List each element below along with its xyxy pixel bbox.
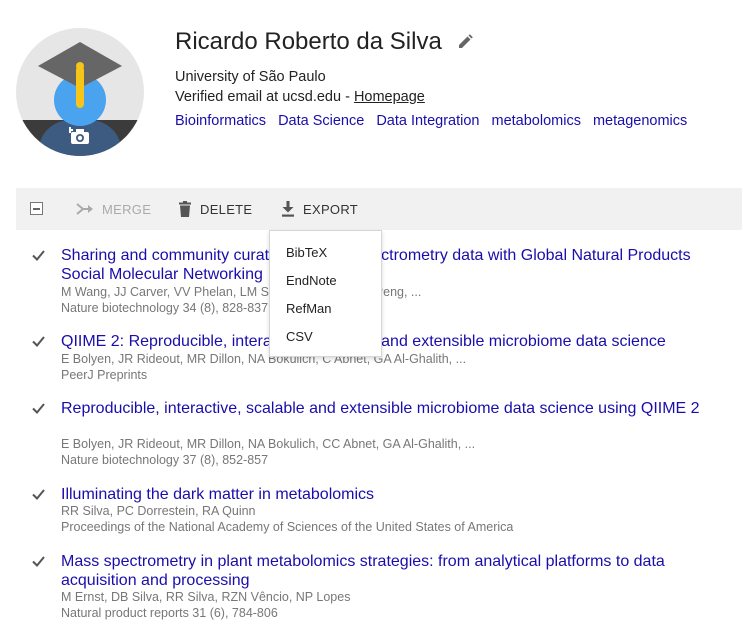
add-photo-icon[interactable] (69, 126, 91, 146)
article-venue: Proceedings of the National Academy of S… (61, 520, 514, 534)
interest-link[interactable]: Data Science (278, 113, 364, 129)
export-button[interactable]: EXPORT (281, 188, 358, 230)
profile-name: Ricardo Roberto da Silva (175, 28, 442, 55)
merge-icon (76, 203, 93, 215)
export-label: EXPORT (303, 201, 359, 217)
profile-avatar[interactable] (16, 28, 144, 156)
interest-link[interactable]: Bioinformatics (175, 113, 266, 129)
export-bibtex[interactable]: BibTeX (286, 245, 327, 260)
article-title[interactable]: Illuminating the dark matter in metabolo… (61, 485, 701, 504)
interest-link[interactable]: metabolomics (492, 113, 581, 129)
export-endnote[interactable]: EndNote (286, 273, 337, 288)
profile-affiliation: University of São Paulo (175, 69, 326, 85)
interest-link[interactable]: metagenomics (593, 113, 687, 129)
article-authors: M Ernst, DB Silva, RR Silva, RZN Vêncio,… (61, 590, 351, 604)
article-authors: E Bolyen, JR Rideout, MR Dillon, NA Boku… (61, 352, 467, 366)
export-menu: BibTeX EndNote RefMan CSV (269, 230, 382, 357)
article-title[interactable]: Mass spectrometry in plant metabolomics … (61, 552, 701, 590)
article-venue: Nature biotechnology 37 (8), 852-857 (61, 453, 269, 467)
article-venue: Nature biotechnology 34 (8), 828-837 (61, 301, 269, 315)
article-venue: PeerJ Preprints (61, 368, 148, 382)
interest-link[interactable]: Data Integration (376, 113, 479, 129)
article-title[interactable]: Reproducible, interactive, scalable and … (61, 399, 701, 418)
article-venue: Natural product reports 31 (6), 784-806 (61, 606, 278, 620)
download-icon (282, 201, 294, 217)
merge-label: MERGE (102, 201, 152, 217)
select-all-checkbox[interactable] (30, 202, 43, 215)
article-checkbox[interactable] (32, 488, 45, 501)
article-checkbox[interactable] (32, 335, 45, 348)
export-refman[interactable]: RefMan (286, 301, 332, 316)
edit-pencil-icon[interactable] (457, 34, 473, 50)
articles-toolbar: MERGE DELETE EXPORT (16, 188, 742, 230)
delete-label: DELETE (200, 201, 253, 217)
article-checkbox[interactable] (32, 249, 45, 262)
article-checkbox[interactable] (32, 402, 45, 415)
email-text: Verified email at ucsd.edu - (175, 89, 354, 105)
profile-email: Verified email at ucsd.edu - Homepage (175, 89, 425, 105)
article-authors: E Bolyen, JR Rideout, MR Dillon, NA Boku… (61, 437, 476, 451)
trash-icon (179, 201, 191, 217)
research-interests: Bioinformatics Data Science Data Integrati… (175, 113, 687, 129)
homepage-link[interactable]: Homepage (354, 89, 425, 105)
article-authors: RR Silva, PC Dorrestein, RA Quinn (61, 504, 256, 518)
export-csv[interactable]: CSV (286, 329, 313, 344)
merge-button[interactable]: MERGE (76, 188, 151, 230)
delete-button[interactable]: DELETE (178, 188, 252, 230)
article-checkbox[interactable] (32, 555, 45, 568)
